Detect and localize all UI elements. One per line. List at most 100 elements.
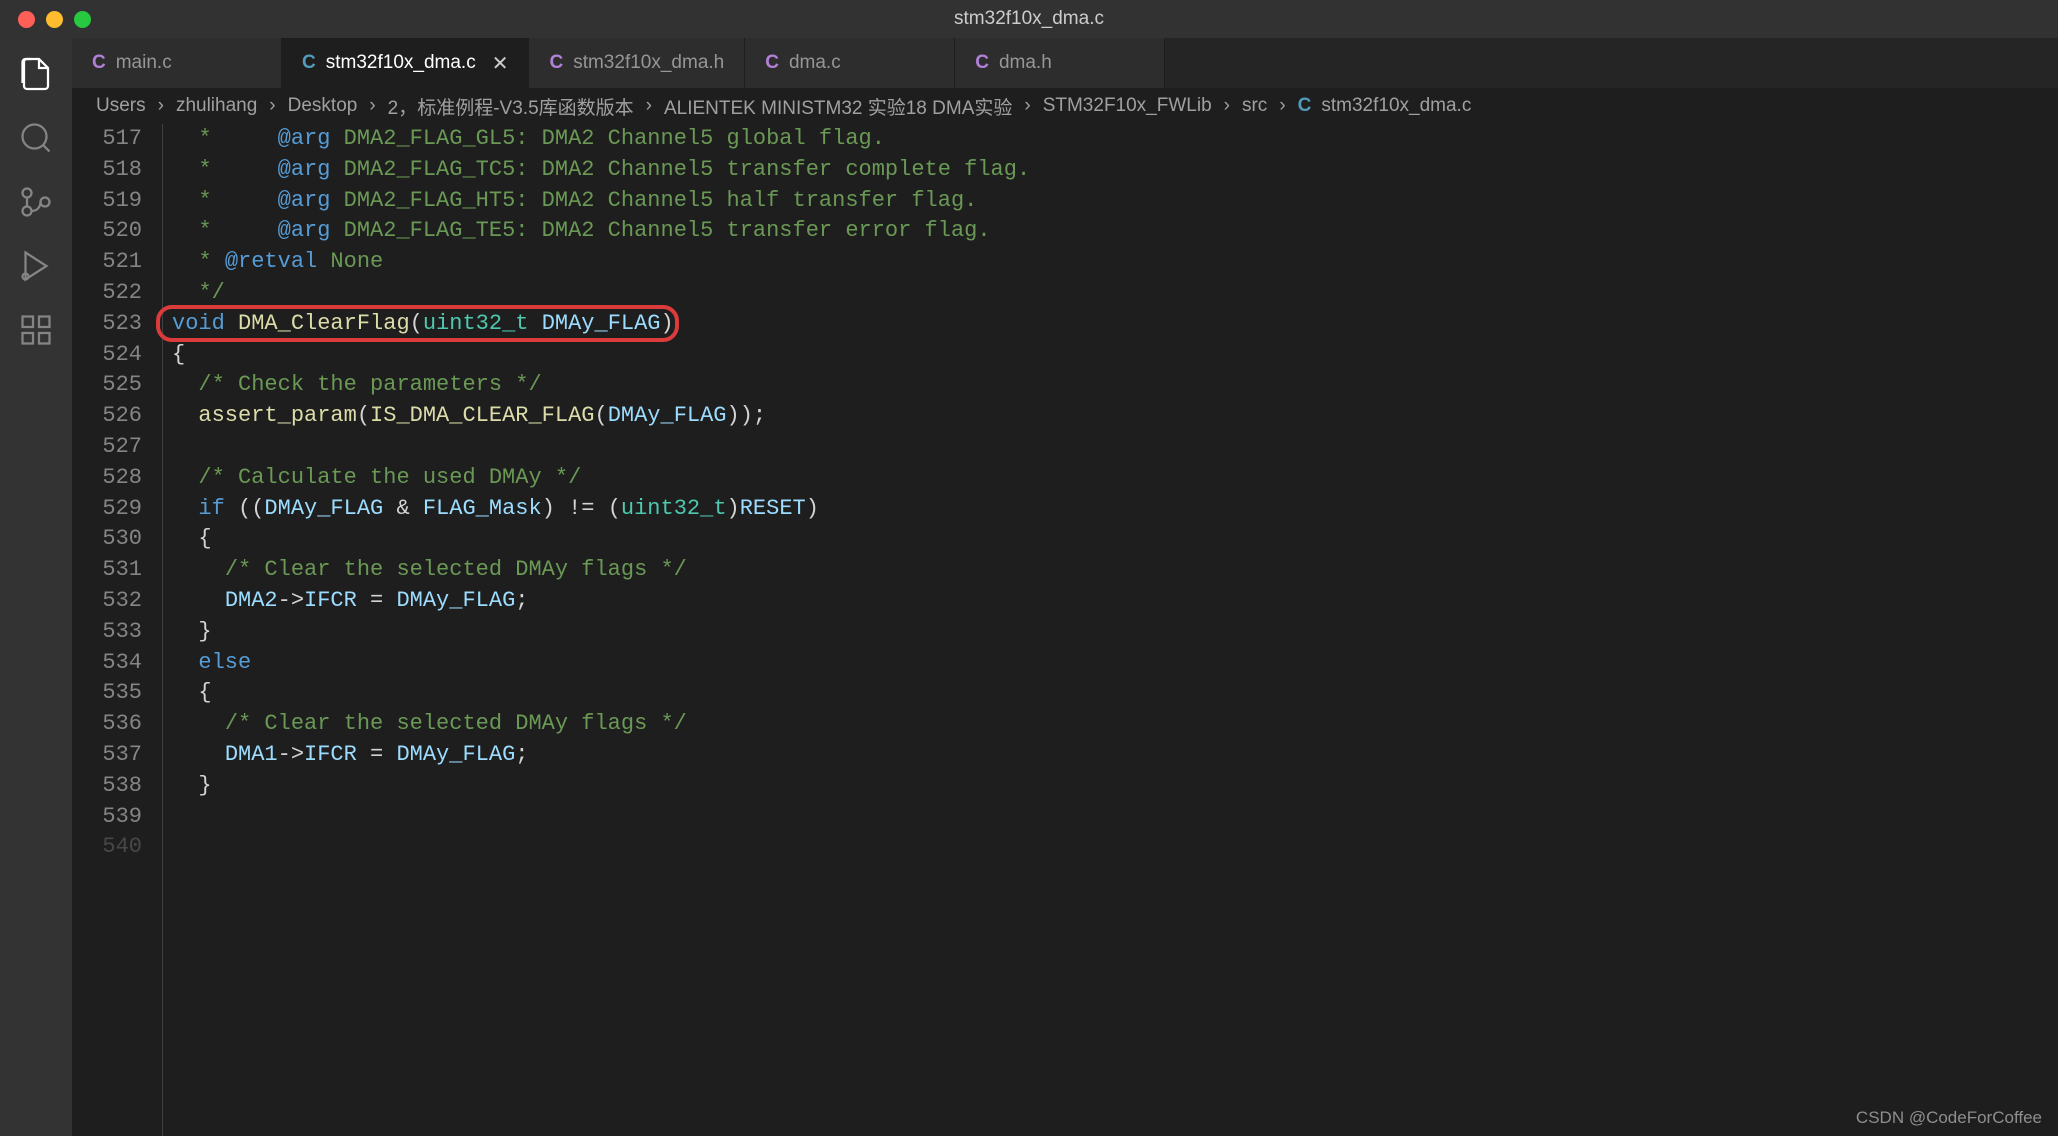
chevron-right-icon: › [638,95,660,117]
titlebar: stm32f10x_dma.c [0,0,2058,38]
code-line[interactable]: /* Check the parameters */ [172,370,2058,401]
chevron-right-icon: › [1016,95,1038,117]
tab-label: dma.c [789,52,841,74]
chevron-right-icon: › [150,95,172,117]
line-number: 530 [72,524,142,555]
code-line[interactable] [172,802,2058,833]
code-line[interactable]: DMA2->IFCR = DMAy_FLAG; [172,586,2058,617]
line-number: 522 [72,278,142,309]
close-window-button[interactable] [18,11,35,28]
tab-label: main.c [116,52,172,74]
activity-bar [0,38,72,1136]
code-line[interactable]: /* Calculate the used DMAy */ [172,463,2058,494]
code-line[interactable]: DMA1->IFCR = DMAy_FLAG; [172,740,2058,771]
line-number: 534 [72,648,142,679]
chevron-right-icon: › [261,95,283,117]
line-number: 536 [72,709,142,740]
extensions-icon[interactable] [18,312,54,348]
breadcrumb-segment[interactable]: 2，标准例程-V3.5库函数版本 [388,93,634,120]
code-line[interactable]: } [172,771,2058,802]
code-line[interactable]: /* Clear the selected DMAy flags */ [172,555,2058,586]
breadcrumb-segment[interactable]: ALIENTEK MINISTM32 实验18 DMA实验 [664,93,1012,120]
indent-guide [162,124,163,1136]
line-number-gutter: 5175185195205215225235245255265275285295… [72,124,162,1136]
c-file-icon: C [549,52,563,74]
code-line[interactable]: else [172,648,2058,679]
run-debug-icon[interactable] [18,248,54,284]
code-line[interactable]: * @arg DMA2_FLAG_GL5: DMA2 Channel5 glob… [172,124,2058,155]
line-number: 532 [72,586,142,617]
code-line[interactable]: { [172,678,2058,709]
c-file-icon: C [1298,95,1312,117]
line-number: 517 [72,124,142,155]
code-line[interactable]: */ [172,278,2058,309]
code-line[interactable]: void DMA_ClearFlag(uint32_t DMAy_FLAG) [172,309,2058,340]
code-line[interactable]: { [172,524,2058,555]
line-number: 521 [72,247,142,278]
code-line[interactable]: /* Clear the selected DMAy flags */ [172,709,2058,740]
line-number: 535 [72,678,142,709]
breadcrumb-segment[interactable]: Desktop [288,95,358,117]
breadcrumb-segment[interactable]: src [1242,95,1267,117]
line-number: 520 [72,216,142,247]
line-number: 540 [72,832,142,863]
breadcrumb-segment[interactable]: STM32F10x_FWLib [1043,95,1212,117]
search-icon[interactable] [18,120,54,156]
code-line[interactable] [172,432,2058,463]
tab-stm32f10x_dma-c[interactable]: Cstm32f10x_dma.c ✕ [282,38,529,88]
line-number: 529 [72,494,142,525]
line-number: 531 [72,555,142,586]
explorer-icon[interactable] [18,56,54,92]
line-number: 527 [72,432,142,463]
line-number: 533 [72,617,142,648]
window-title: stm32f10x_dma.c [954,8,1104,30]
tab-label: stm32f10x_dma.h [573,52,724,74]
tab-dma-h[interactable]: Cdma.h [955,38,1165,88]
tab-bar: Cmain.cCstm32f10x_dma.c✕Cstm32f10x_dma.h… [72,38,2058,88]
line-number: 518 [72,155,142,186]
chevron-right-icon: › [1271,95,1293,117]
code-line[interactable]: * @retval None [172,247,2058,278]
code-line[interactable]: if ((DMAy_FLAG & FLAG_Mask) != (uint32_t… [172,494,2058,525]
source-control-icon[interactable] [18,184,54,220]
code-content[interactable]: * @arg DMA2_FLAG_GL5: DMA2 Channel5 glob… [162,124,2058,1136]
line-number: 524 [72,340,142,371]
minimize-window-button[interactable] [46,11,63,28]
line-number: 539 [72,802,142,833]
code-line[interactable]: } [172,617,2058,648]
c-file-icon: C [975,52,989,74]
line-number: 523 [72,309,142,340]
breadcrumb-segment[interactable]: Users [96,95,146,117]
chevron-right-icon: › [361,95,383,117]
c-file-icon: C [92,52,106,74]
close-tab-icon[interactable]: ✕ [492,51,509,76]
code-line[interactable]: * @arg DMA2_FLAG_HT5: DMA2 Channel5 half… [172,186,2058,217]
line-number: 528 [72,463,142,494]
code-editor[interactable]: 5175185195205215225235245255265275285295… [72,124,2058,1136]
breadcrumb-file[interactable]: stm32f10x_dma.c [1321,95,1471,117]
tab-dma-c[interactable]: Cdma.c [745,38,955,88]
line-number: 538 [72,771,142,802]
watermark: CSDN @CodeForCoffee [1856,1108,2042,1128]
window-controls [0,11,91,28]
c-file-icon: C [302,52,316,74]
tab-main-c[interactable]: Cmain.c [72,38,282,88]
code-line[interactable]: assert_param(IS_DMA_CLEAR_FLAG(DMAy_FLAG… [172,401,2058,432]
line-number: 519 [72,186,142,217]
editor-area: Cmain.cCstm32f10x_dma.c✕Cstm32f10x_dma.h… [72,38,2058,1136]
code-line[interactable]: { [172,340,2058,371]
tab-stm32f10x_dma-h[interactable]: Cstm32f10x_dma.h [529,38,745,88]
code-line[interactable]: * @arg DMA2_FLAG_TE5: DMA2 Channel5 tran… [172,216,2058,247]
main-area: Cmain.cCstm32f10x_dma.c✕Cstm32f10x_dma.h… [0,38,2058,1136]
tab-label: stm32f10x_dma.c [326,52,476,74]
c-file-icon: C [765,52,779,74]
code-line[interactable]: * @arg DMA2_FLAG_TC5: DMA2 Channel5 tran… [172,155,2058,186]
breadcrumb-segment[interactable]: zhulihang [176,95,257,117]
tab-label: dma.h [999,52,1052,74]
line-number: 537 [72,740,142,771]
maximize-window-button[interactable] [74,11,91,28]
line-number: 525 [72,370,142,401]
chevron-right-icon: › [1216,95,1238,117]
line-number: 526 [72,401,142,432]
breadcrumb[interactable]: Users›zhulihang›Desktop›2，标准例程-V3.5库函数版本… [72,88,2058,124]
